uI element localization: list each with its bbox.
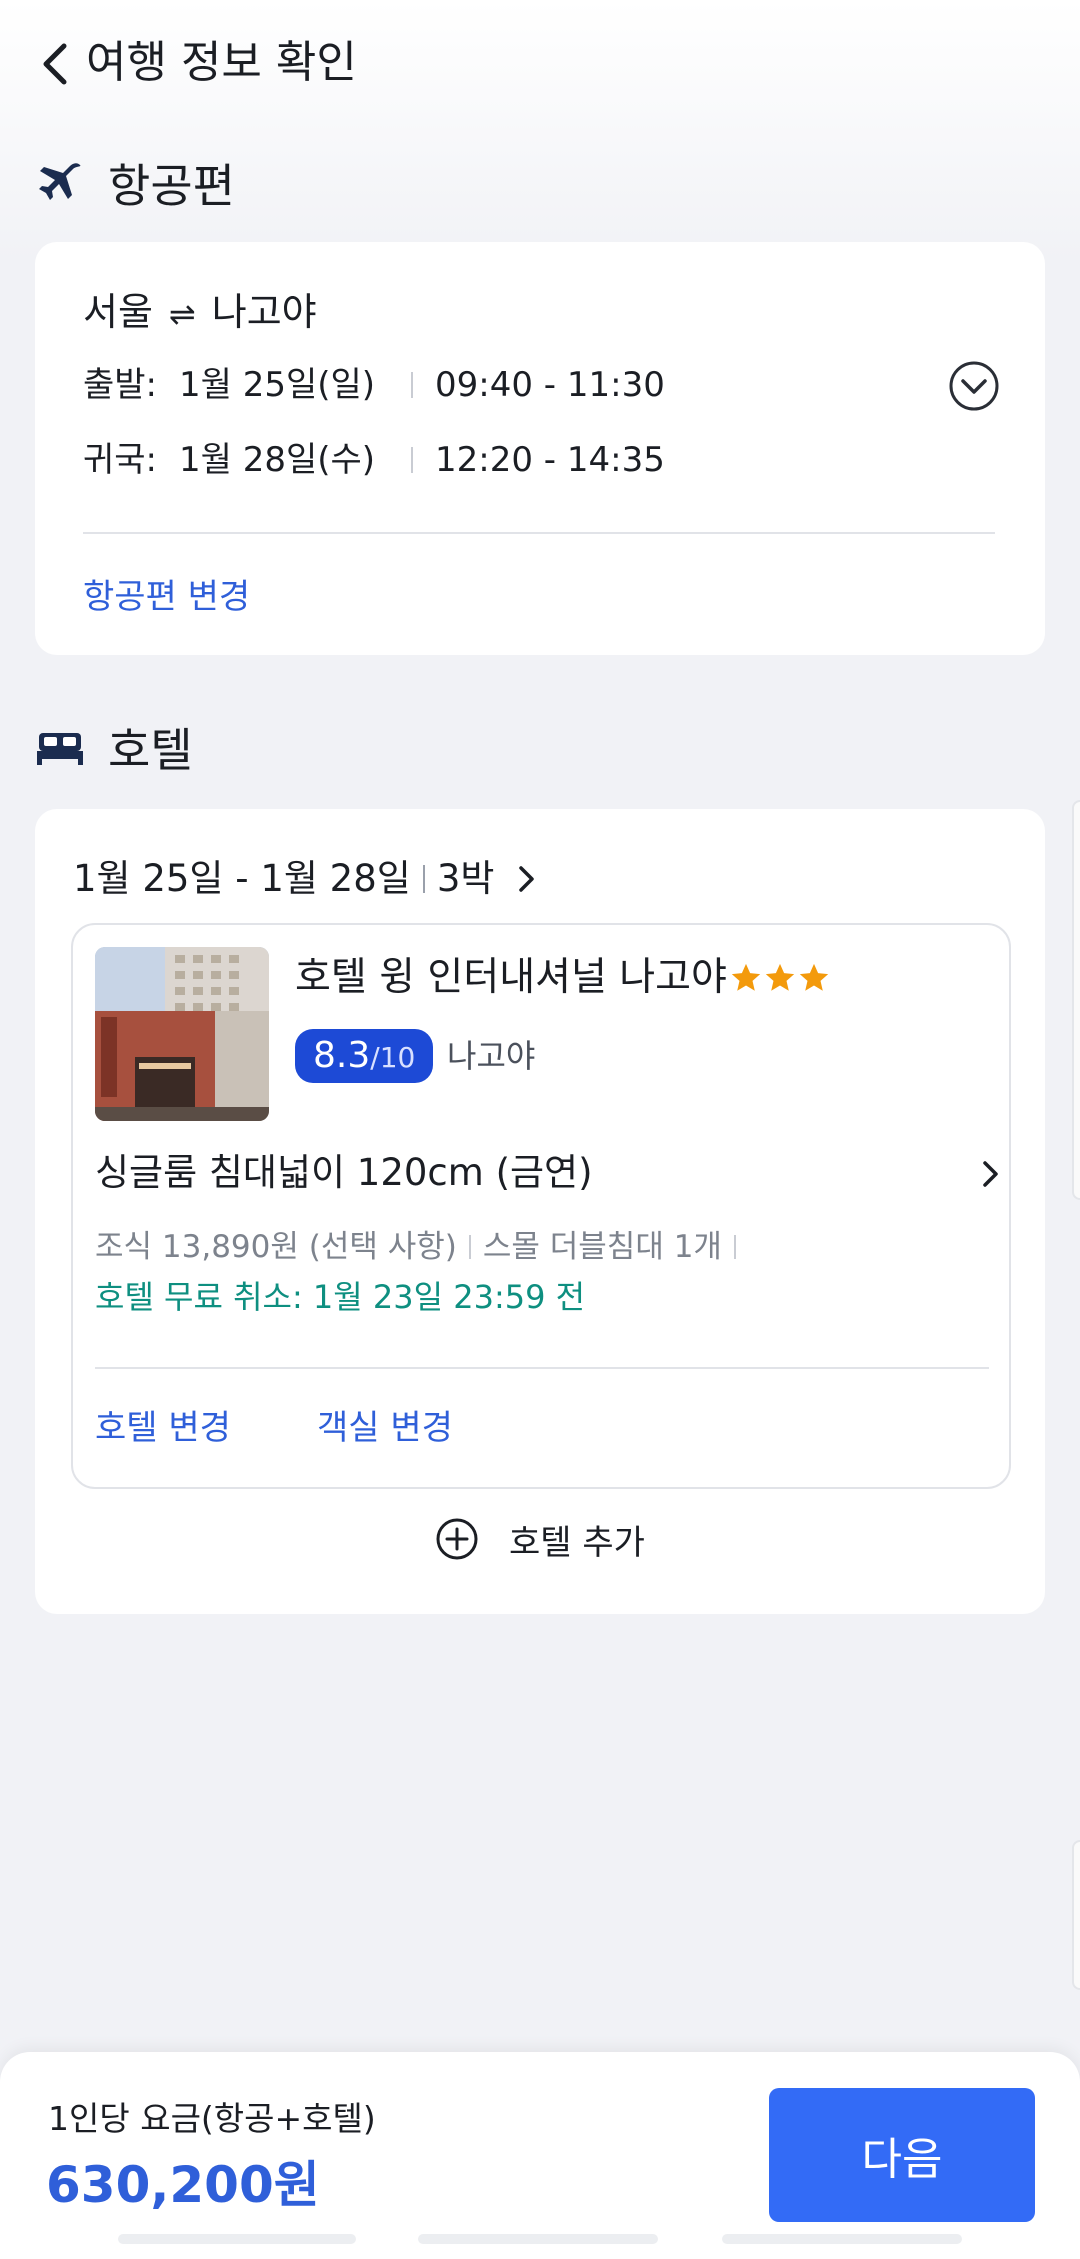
total-price: 630,200원 — [46, 2156, 320, 2214]
rating-scale: /10 — [370, 1041, 416, 1074]
separator — [411, 372, 413, 398]
separator — [468, 1235, 471, 1259]
scroll-hint — [722, 2234, 962, 2244]
flight-route: 서울 ⇌ 나고야 — [83, 282, 317, 344]
return-row: 귀국: 1월 28일(수) 12:20 - 14:35 — [83, 435, 665, 485]
return-date: 1월 28일(수) — [179, 440, 376, 480]
chevron-right-icon[interactable] — [981, 1159, 1001, 1189]
change-room-link[interactable]: 객실 변경 — [317, 1403, 453, 1453]
scroll-hint — [118, 2234, 356, 2244]
stay-dates: 1월 25일 - 1월 28일 — [73, 857, 411, 900]
breakfast-info: 조식 13,890원 (선택 사항) — [95, 1229, 457, 1265]
plus-circle-icon — [436, 1518, 478, 1560]
stay-dates-row[interactable]: 1월 25일 - 1월 28일 3박 — [73, 849, 538, 909]
star-icon — [731, 963, 761, 991]
hotel-card: 1월 25일 - 1월 28일 3박 호텔 윙 인터내셔널 나고야 8.3 /1… — [35, 809, 1045, 1614]
page-title: 여행 정보 확인 — [86, 37, 357, 88]
divider — [95, 1367, 989, 1369]
next-button[interactable]: 다음 — [769, 2088, 1035, 2222]
flight-card: 서울 ⇌ 나고야 출발: 1월 25일(일) 09:40 - 11:30 귀국: 1… — [35, 242, 1045, 655]
add-hotel-label: 호텔 추가 — [509, 1522, 645, 1563]
hotel-section-header: 호텔 — [36, 712, 193, 782]
star-rating — [729, 961, 831, 995]
divider — [83, 532, 995, 534]
side-panel-edge — [1072, 800, 1080, 1200]
departure-date: 1월 25일(일) — [179, 365, 376, 405]
room-details: 조식 13,890원 (선택 사항) 스몰 더블침대 1개 — [95, 1223, 748, 1271]
side-panel-edge — [1072, 1840, 1080, 1990]
return-time: 12:20 - 14:35 — [435, 440, 665, 480]
free-cancellation-note: 호텔 무료 취소: 1월 23일 23:59 전 — [95, 1278, 586, 1316]
app-header: 여행 정보 확인 — [0, 0, 1080, 130]
back-arrow-icon[interactable] — [38, 40, 72, 88]
hotel-name-row[interactable]: 호텔 윙 인터내셔널 나고야 — [295, 947, 831, 1009]
departure-row: 출발: 1월 25일(일) 09:40 - 11:30 — [83, 360, 665, 410]
scroll-hint — [418, 2234, 658, 2244]
rating-score: 8.3 — [313, 1035, 371, 1076]
hotel-city: 나고야 — [447, 1037, 536, 1075]
rating-badge: 8.3/10 — [295, 1029, 434, 1083]
airplane-icon — [39, 163, 81, 200]
separator — [411, 447, 413, 473]
bed-icon — [37, 733, 83, 765]
star-icon — [799, 963, 829, 991]
route-destination: 나고야 — [211, 290, 317, 334]
departure-time: 09:40 - 11:30 — [435, 365, 665, 405]
departure-label: 출발: — [83, 365, 158, 405]
bed-info: 스몰 더블침대 1개 — [482, 1229, 722, 1265]
hotel-section-title: 호텔 — [108, 723, 193, 777]
star-icon — [765, 963, 795, 991]
expand-chevron-icon[interactable] — [948, 360, 1000, 412]
separator — [733, 1235, 736, 1259]
change-flight-link[interactable]: 항공편 변경 — [83, 572, 250, 622]
hotel-info-box: 호텔 윙 인터내셔널 나고야 8.3/10 나고야 싱글룸 침대넓이 120cm… — [71, 923, 1011, 1489]
flight-section-title: 항공편 — [108, 159, 235, 213]
round-trip-icon: ⇌ — [168, 295, 196, 333]
route-origin: 서울 — [83, 290, 153, 334]
add-hotel-button[interactable]: 호텔 추가 — [35, 1509, 1045, 1569]
chevron-right-icon — [519, 866, 535, 892]
hotel-name: 호텔 윙 인터내셔널 나고야 — [295, 955, 727, 1000]
return-label: 귀국: — [83, 440, 158, 480]
hotel-photo[interactable] — [95, 947, 269, 1121]
price-label: 1인당 요금(항공+호텔) — [48, 2099, 376, 2138]
flight-section-header: 항공편 — [36, 148, 235, 218]
change-hotel-link[interactable]: 호텔 변경 — [95, 1403, 231, 1453]
stay-nights: 3박 — [436, 857, 495, 900]
bottom-price-bar: 1인당 요금(항공+호텔) 630,200원 다음 — [0, 2052, 1080, 2259]
room-name[interactable]: 싱글룸 침대넓이 120cm (금연) — [95, 1143, 593, 1203]
separator — [422, 865, 425, 893]
